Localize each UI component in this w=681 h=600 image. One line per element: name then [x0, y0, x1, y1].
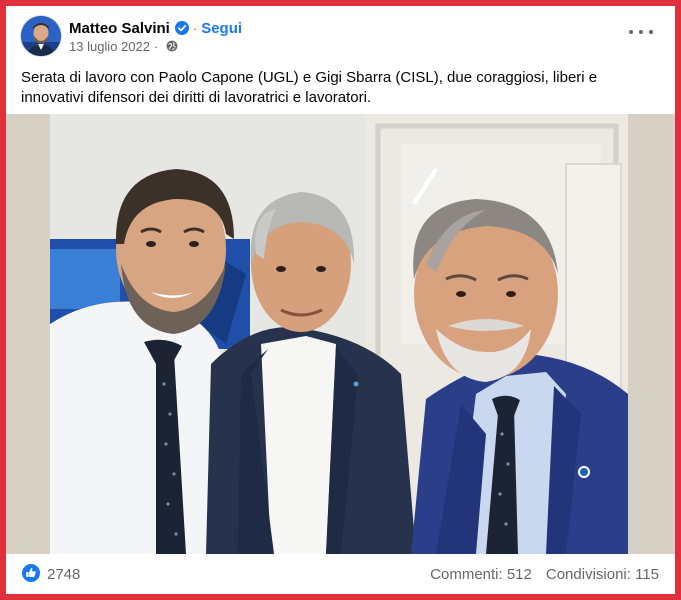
meta-separator-dot: ·	[153, 38, 159, 54]
separator-dot: ·	[192, 20, 198, 36]
shares-count[interactable]: Condivisioni: 115	[546, 566, 659, 583]
more-options-icon[interactable]	[629, 22, 653, 42]
post-footer: 2748 Commenti: 512 Condivisioni: 115	[6, 554, 675, 594]
like-count[interactable]: 2748	[47, 566, 80, 583]
verified-badge-icon	[174, 21, 189, 35]
post-meta: 13 luglio 2022 ·	[69, 38, 178, 54]
author-avatar[interactable]	[21, 16, 61, 56]
more-dot	[629, 30, 633, 34]
globe-icon[interactable]	[166, 40, 178, 52]
avatar-image	[21, 16, 61, 56]
post-card: Matteo Salvini · Segui 13 luglio 2022 · …	[6, 6, 675, 594]
more-dot	[649, 30, 653, 34]
photo-illustration	[6, 114, 675, 554]
post-date[interactable]: 13 luglio 2022	[69, 39, 150, 54]
comments-count[interactable]: Commenti: 512	[430, 566, 532, 583]
engagement-stats: Commenti: 512 Condivisioni: 115	[430, 566, 659, 583]
like-icon[interactable]	[22, 564, 40, 582]
post-header: Matteo Salvini · Segui 13 luglio 2022 ·	[6, 6, 675, 62]
more-dot	[639, 30, 643, 34]
post-photo[interactable]	[6, 114, 675, 554]
author-row: Matteo Salvini · Segui	[69, 18, 242, 38]
author-name[interactable]: Matteo Salvini	[69, 20, 170, 37]
follow-button[interactable]: Segui	[201, 20, 242, 37]
post-caption: Serata di lavoro con Paolo Capone (UGL) …	[21, 69, 598, 106]
